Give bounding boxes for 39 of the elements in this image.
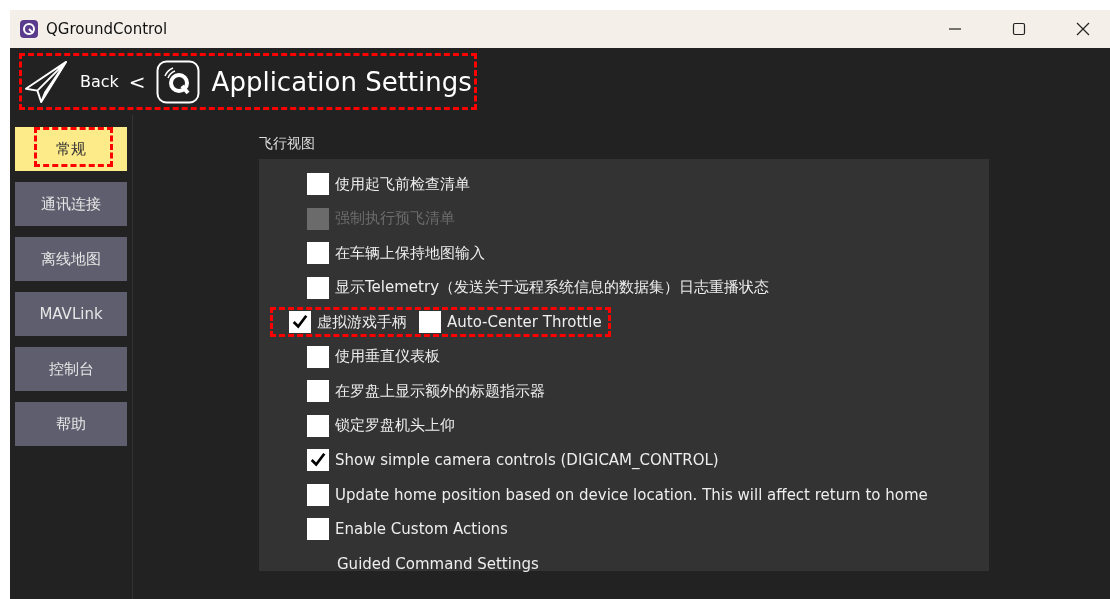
checkbox[interactable] xyxy=(307,483,329,506)
checkbox[interactable] xyxy=(419,311,441,334)
checkbox-label: 锁定罗盘机头上仰 xyxy=(335,416,455,436)
checkbox-label: 在车辆上保持地图输入 xyxy=(335,243,485,263)
checkbox[interactable] xyxy=(307,380,329,403)
maximize-icon[interactable] xyxy=(1012,22,1026,36)
close-icon[interactable] xyxy=(1076,22,1090,36)
sidebar-item[interactable]: 常规 xyxy=(15,127,127,171)
sidebar-item[interactable]: 帮助 xyxy=(15,402,127,446)
section-title: 飞行视图 xyxy=(259,135,316,153)
checkbox-label: 在罗盘上显示额外的标题指示器 xyxy=(335,381,545,401)
sidebar-item[interactable]: 通讯连接 xyxy=(15,182,127,226)
breadcrumb-separator: < xyxy=(128,69,146,94)
sidebar-item[interactable]: 控制台 xyxy=(15,347,127,391)
checkbox[interactable] xyxy=(307,276,329,299)
checkbox-label: Enable Custom Actions xyxy=(335,520,508,539)
paper-plane-icon[interactable] xyxy=(24,59,68,104)
checkbox[interactable] xyxy=(307,449,329,472)
sidebar-item[interactable]: MAVLink xyxy=(15,292,127,336)
checkbox[interactable] xyxy=(307,518,329,541)
checkbox[interactable] xyxy=(307,345,329,368)
checkbox-label: 虚拟游戏手柄 xyxy=(317,312,407,332)
settings-link[interactable]: Guided Command Settings xyxy=(337,554,539,573)
back-link[interactable]: Back xyxy=(80,72,119,91)
checkbox-label: 显示Telemetry（发送关于远程系统信息的数据集）日志重播状态 xyxy=(335,278,769,298)
checkbox-label: Auto-Center Throttle xyxy=(447,313,602,332)
checkbox-label: 使用起飞前检查清单 xyxy=(335,174,470,194)
app-icon xyxy=(20,20,38,38)
sidebar-item[interactable]: 离线地图 xyxy=(15,237,127,281)
logo-icon xyxy=(155,59,200,104)
window-title: QGroundControl xyxy=(46,20,168,38)
checkbox[interactable] xyxy=(307,414,329,437)
checkbox[interactable] xyxy=(307,242,329,265)
page-title: Application Settings xyxy=(211,66,472,97)
checkbox-label: 使用垂直仪表板 xyxy=(335,347,440,367)
checkbox[interactable] xyxy=(307,173,329,196)
checkbox-label: Show simple camera controls (DIGICAM_CONTROL) xyxy=(335,451,719,470)
checkbox[interactable] xyxy=(289,311,311,334)
checkbox-label: Update home position based on device location. This will affect return to home xyxy=(335,485,928,504)
